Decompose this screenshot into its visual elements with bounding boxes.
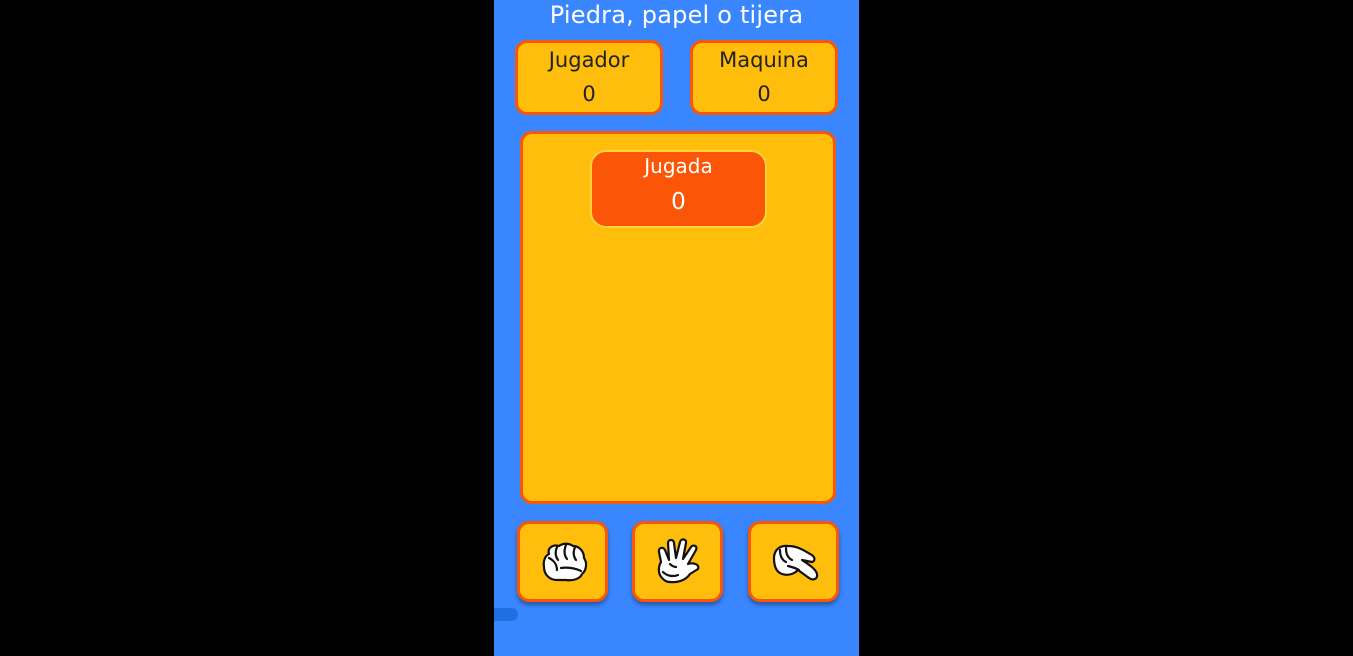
machine-score-label: Maquina: [719, 48, 809, 72]
machine-score-card: Maquina 0: [690, 40, 838, 115]
player-score-value: 0: [582, 82, 596, 106]
scissors-button[interactable]: [748, 521, 839, 602]
paper-hand-icon: [657, 537, 699, 583]
play-counter: Jugada 0: [590, 150, 767, 228]
player-score-label: Jugador: [548, 48, 630, 72]
rock-button[interactable]: [517, 521, 608, 602]
app-screen: Piedra, papel o tijera Jugador 0 Maquina…: [494, 0, 859, 656]
machine-score-value: 0: [757, 82, 771, 106]
game-board: Jugada 0: [520, 131, 836, 504]
rock-hand-icon: [542, 542, 587, 581]
page-title: Piedra, papel o tijera: [549, 1, 804, 29]
play-counter-value: 0: [671, 189, 686, 215]
play-counter-label: Jugada: [644, 154, 713, 178]
scissors-hand-icon: [772, 544, 818, 580]
floating-tab-handle[interactable]: [494, 608, 518, 621]
player-score-card: Jugador 0: [515, 40, 663, 115]
paper-button[interactable]: [632, 521, 723, 602]
